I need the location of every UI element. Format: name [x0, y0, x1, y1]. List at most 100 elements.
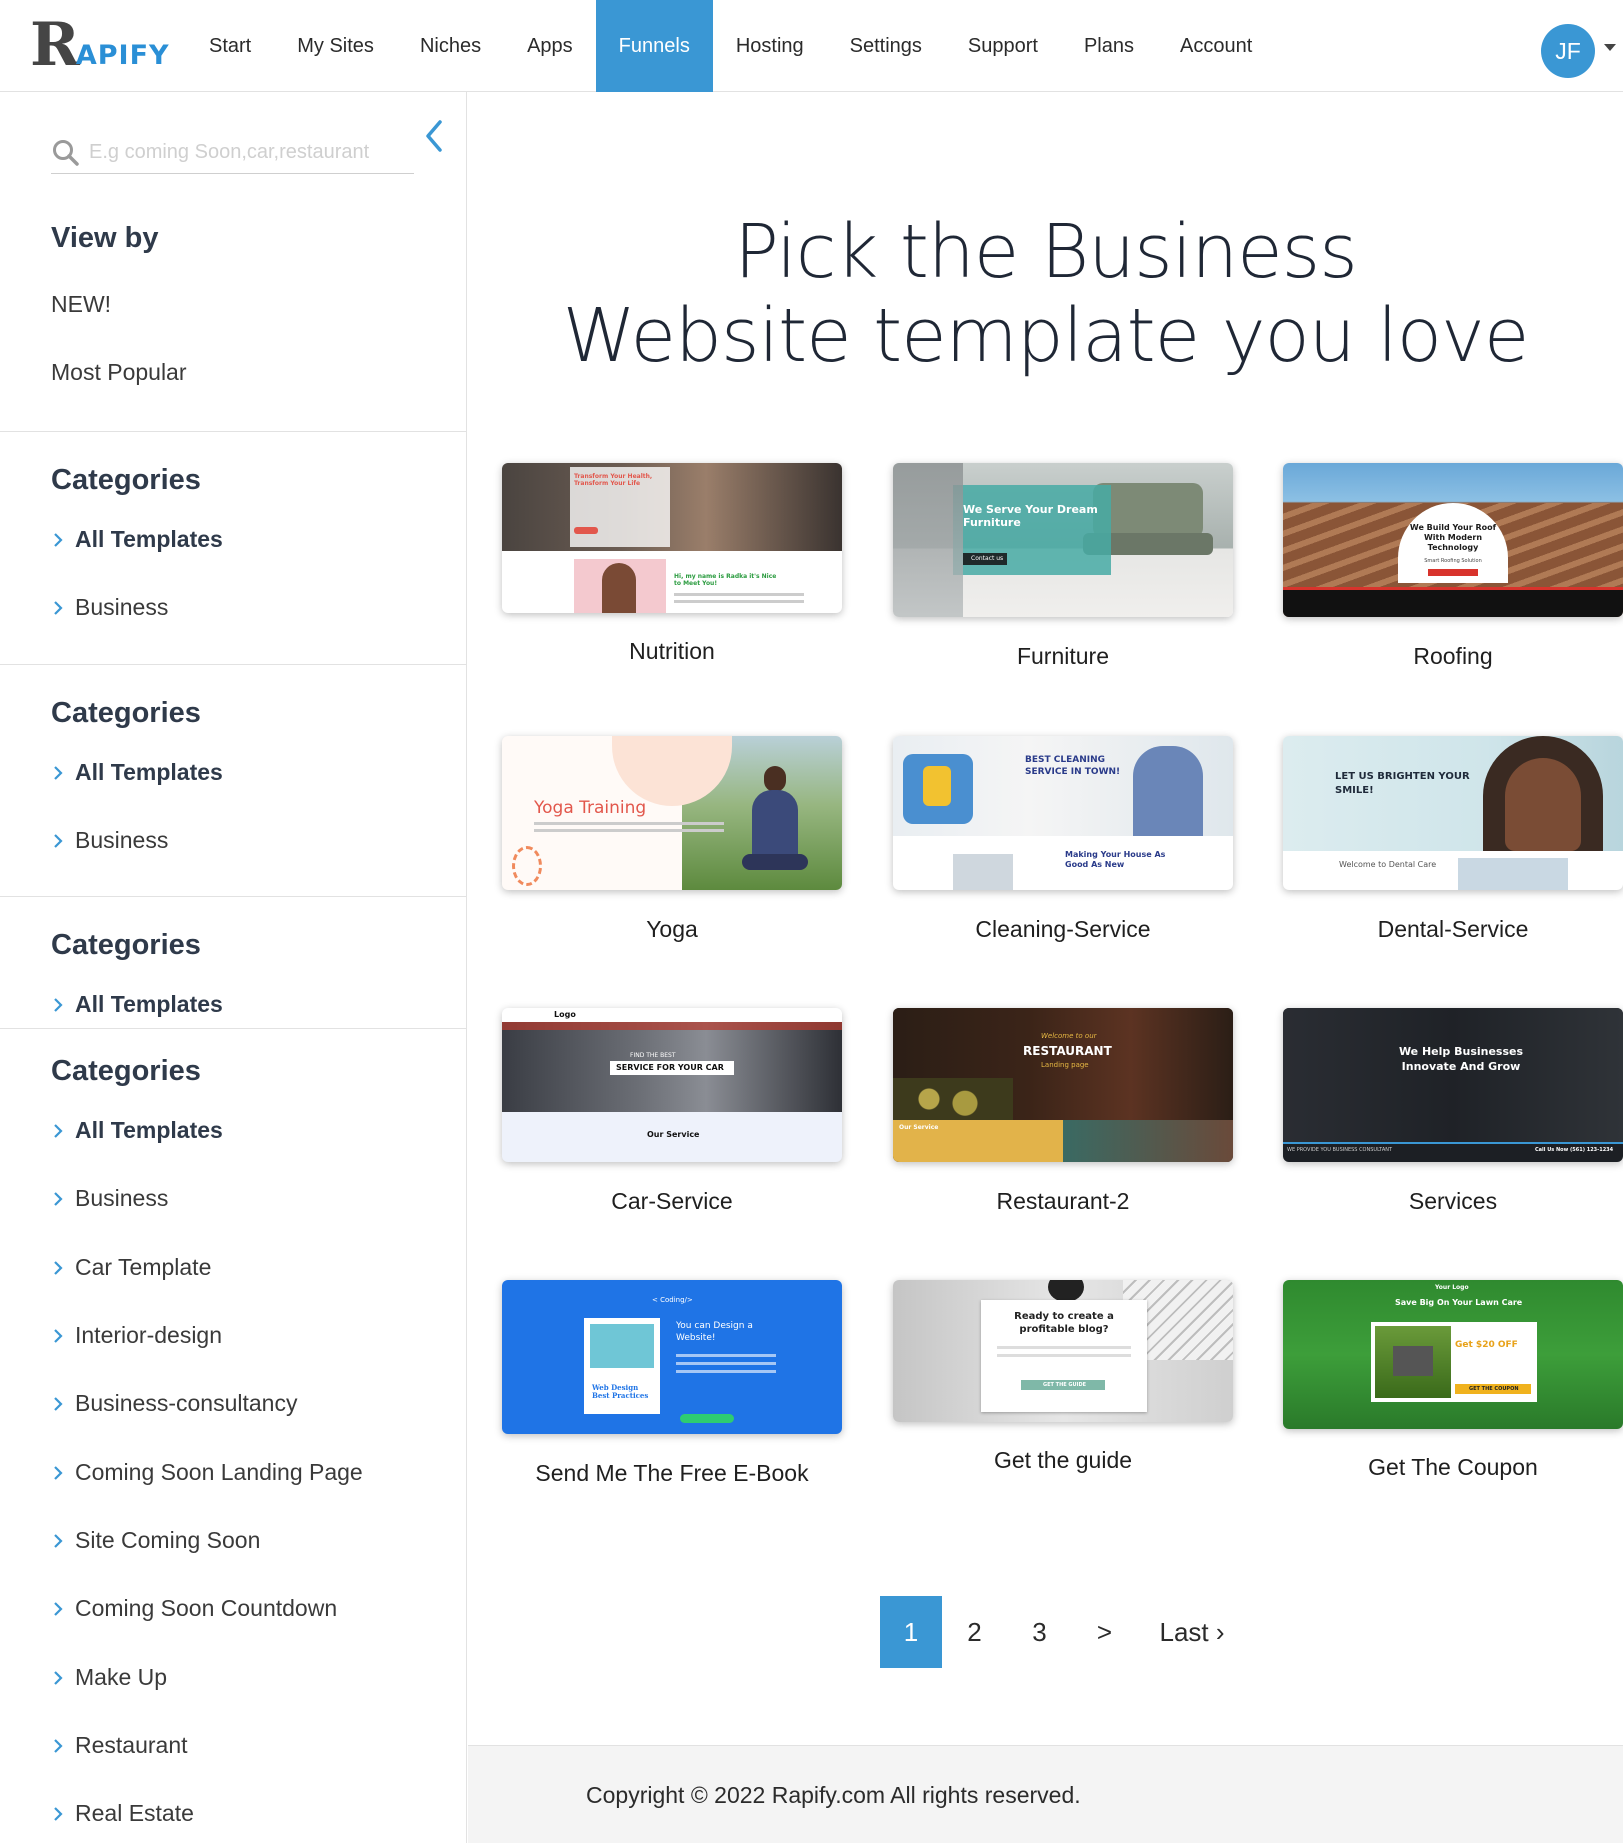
template-card-roofing[interactable]: We Build Your Roof With Modern Technolog…: [1283, 463, 1623, 669]
template-thumbnail: Welcome to our RESTAURANT Landing page O…: [893, 1008, 1233, 1162]
template-card-dental-service[interactable]: LET US BRIGHTEN YOUR SMILE! Welcome to D…: [1283, 736, 1623, 942]
thumb-subheading: Landing page: [1041, 1061, 1089, 1069]
thumb-subheading: Making Your House As Good As New: [1065, 850, 1166, 869]
copyright-text: Copyright © 2022 Rapify.com All rights r…: [586, 1782, 1081, 1808]
thumb-button: Contact us: [971, 555, 1004, 562]
page-3-button[interactable]: 3: [1007, 1596, 1072, 1668]
thumb-heading: BEST CLEANING SERVICE IN TOWN!: [1025, 755, 1121, 777]
thumb-heading: LET US BRIGHTEN YOUR SMILE!: [1335, 771, 1470, 796]
template-card-restaurant-2[interactable]: Welcome to our RESTAURANT Landing page O…: [893, 1008, 1233, 1214]
template-thumbnail: We Help Businesses Innovate And Grow WE …: [1283, 1008, 1623, 1162]
thumb-subheading: Smart Roofing Solution: [1424, 558, 1482, 564]
thumb-logo: Logo: [554, 1010, 576, 1019]
user-avatar[interactable]: JF: [1541, 24, 1595, 78]
page-1-button[interactable]: 1: [880, 1596, 942, 1668]
category-label: All Templates: [75, 526, 223, 552]
template-card-nutrition[interactable]: Transform Your Health, Transform Your Li…: [502, 463, 842, 664]
thumb-heading: RESTAURANT: [1023, 1044, 1112, 1058]
category-car-template[interactable]: Car Template: [51, 1254, 211, 1281]
template-thumbnail: Your Logo Save Big On Your Lawn Care Get…: [1283, 1280, 1623, 1429]
thumb-heading: We Help Businesses Innovate And Grow: [1398, 1045, 1524, 1073]
category-coming-soon-countdown[interactable]: Coming Soon Countdown: [51, 1595, 337, 1622]
nav-start[interactable]: Start: [186, 0, 274, 92]
category-label: All Templates: [75, 759, 223, 785]
category-label: Site Coming Soon: [75, 1527, 261, 1553]
template-card-get-the-coupon[interactable]: Your Logo Save Big On Your Lawn Care Get…: [1283, 1280, 1623, 1480]
template-name: Get the guide: [993, 1447, 1133, 1473]
thumb-button: GET THE COUPON: [1469, 1386, 1519, 1392]
nav-funnels[interactable]: Funnels: [595, 0, 713, 92]
chevron-right-icon: [54, 1806, 63, 1821]
template-name: Car-Service: [611, 1188, 733, 1214]
nav-support[interactable]: Support: [945, 0, 1061, 92]
next-page-button[interactable]: >: [1072, 1596, 1137, 1668]
template-card-car-service[interactable]: Logo FIND THE BEST SERVICE FOR YOUR CAR …: [502, 1008, 842, 1214]
filter-new[interactable]: NEW!: [51, 291, 111, 318]
category-all-templates[interactable]: All Templates: [51, 1117, 223, 1144]
category-label: Coming Soon Countdown: [75, 1595, 338, 1621]
categories-section: Categories All Templates Business Car Te…: [0, 1029, 466, 1843]
category-make-up[interactable]: Make Up: [51, 1664, 167, 1691]
top-navbar: R APIFY Start My Sites Niches Apps Funne…: [0, 0, 1623, 92]
template-name: Cleaning-Service: [975, 916, 1151, 942]
filter-most-popular[interactable]: Most Popular: [51, 359, 187, 386]
nav-settings[interactable]: Settings: [827, 0, 945, 92]
template-card-free-ebook[interactable]: < Coding/> Web Design Best Practices You…: [502, 1280, 842, 1486]
template-thumbnail: Transform Your Health, Transform Your Li…: [502, 463, 842, 613]
category-coming-soon-landing[interactable]: Coming Soon Landing Page: [51, 1459, 363, 1486]
thumb-pre-heading: FIND THE BEST: [630, 1052, 676, 1059]
template-name: Get The Coupon: [1368, 1454, 1538, 1480]
category-all-templates[interactable]: All Templates: [51, 991, 223, 1018]
chevron-right-icon: [54, 1738, 63, 1753]
chevron-right-icon: [54, 833, 63, 848]
categories-section: Categories All Templates Business: [0, 432, 466, 665]
rapify-logo[interactable]: R APIFY: [30, 15, 170, 75]
template-name: Services: [1408, 1188, 1498, 1214]
template-card-services[interactable]: We Help Businesses Innovate And Grow WE …: [1283, 1008, 1623, 1214]
nav-my-sites[interactable]: My Sites: [274, 0, 397, 92]
sidebar: View by NEW! Most Popular Categories All…: [0, 92, 467, 1843]
template-card-get-the-guide[interactable]: Ready to create a profitable blog? GET T…: [893, 1280, 1233, 1473]
view-by-title: View by: [51, 222, 159, 254]
template-card-cleaning-service[interactable]: BEST CLEANING SERVICE IN TOWN! Making Yo…: [893, 736, 1233, 942]
categories-section: Categories All Templates: [0, 897, 466, 1029]
category-business[interactable]: Business: [51, 1185, 168, 1212]
category-label: All Templates: [75, 991, 223, 1017]
category-restaurant[interactable]: Restaurant: [51, 1732, 188, 1759]
template-name: Restaurant-2: [996, 1188, 1130, 1214]
nav-hosting[interactable]: Hosting: [713, 0, 827, 92]
chevron-right-icon: [54, 1260, 63, 1275]
logo-text: APIFY: [75, 40, 170, 71]
category-label: Real Estate: [75, 1800, 194, 1826]
template-name: Roofing: [1413, 643, 1493, 669]
category-all-templates[interactable]: All Templates: [51, 759, 223, 786]
thumb-heading: We Build Your Roof With Modern Technolog…: [1409, 523, 1497, 552]
last-page-button[interactable]: Last ›: [1137, 1596, 1247, 1668]
template-card-furniture[interactable]: We Serve Your Dream Furniture Contact us…: [893, 463, 1233, 669]
view-by-section: View by NEW! Most Popular: [0, 92, 466, 432]
nav-account[interactable]: Account: [1157, 0, 1275, 92]
category-business[interactable]: Business: [51, 594, 168, 621]
nav-apps[interactable]: Apps: [504, 0, 596, 92]
category-site-coming-soon[interactable]: Site Coming Soon: [51, 1527, 260, 1554]
page-2-button[interactable]: 2: [942, 1596, 1007, 1668]
category-label: All Templates: [75, 1117, 223, 1143]
template-card-yoga[interactable]: Yoga Training Yoga: [502, 736, 842, 942]
template-thumbnail: We Serve Your Dream Furniture Contact us: [893, 463, 1233, 617]
category-all-templates[interactable]: All Templates: [51, 526, 223, 553]
category-label: Make Up: [75, 1664, 168, 1690]
thumb-footer: WE PROVIDE YOU BUSINESS CONSULTANT: [1287, 1147, 1393, 1153]
nav-niches[interactable]: Niches: [397, 0, 504, 92]
category-business[interactable]: Business: [51, 827, 168, 854]
category-label: Restaurant: [75, 1732, 188, 1758]
categories-title: Categories: [51, 929, 201, 961]
category-interior-design[interactable]: Interior-design: [51, 1322, 222, 1349]
category-business-consultancy[interactable]: Business-consultancy: [51, 1390, 297, 1417]
nav-plans[interactable]: Plans: [1061, 0, 1157, 92]
category-label: Interior-design: [75, 1322, 223, 1348]
thumb-pre-heading: < Coding/>: [652, 1296, 693, 1304]
caret-down-icon[interactable]: [1604, 44, 1616, 51]
headline-line-2: Website template you love: [562, 293, 1530, 379]
category-real-estate[interactable]: Real Estate: [51, 1800, 194, 1827]
chevron-right-icon: [54, 1465, 63, 1480]
